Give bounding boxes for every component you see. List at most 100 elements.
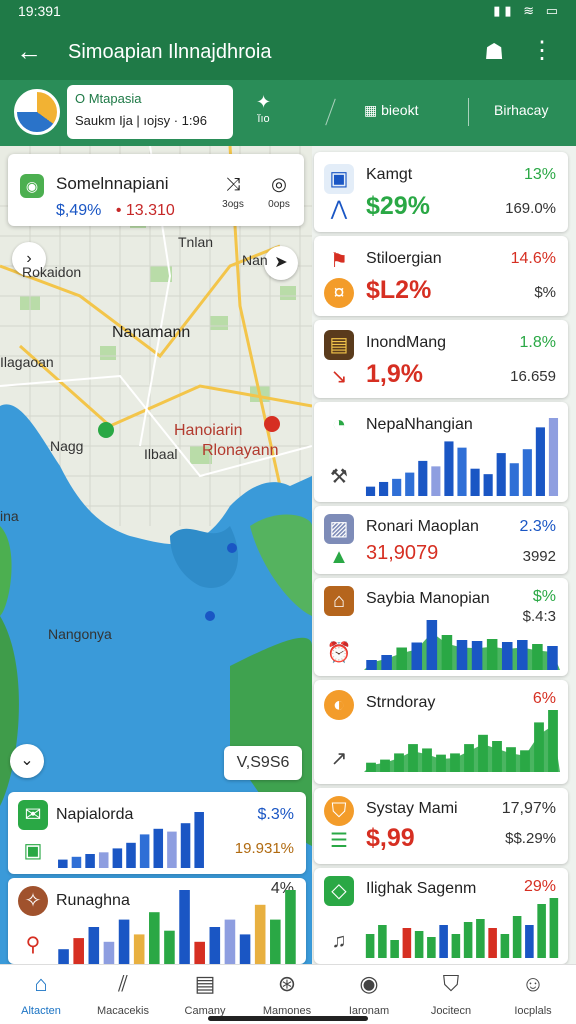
nav-profile[interactable]: ☺ Iocplals bbox=[492, 971, 574, 1017]
building-icon: ▤ bbox=[324, 330, 354, 360]
refresh-icon: ◔ bbox=[331, 411, 347, 438]
chart-bar bbox=[58, 859, 68, 868]
card-title: Ronari Maoplan bbox=[366, 518, 479, 535]
nav-charts[interactable]: ⫽ Macacekis bbox=[82, 971, 164, 1017]
chart-bar bbox=[285, 890, 296, 964]
map-label: Ilagaoan bbox=[0, 354, 54, 370]
birhacay-tab[interactable]: Birhacay bbox=[494, 102, 548, 118]
card-subvalue: 169.0% bbox=[505, 200, 556, 217]
chart-card[interactable]: ◐ ↗ Strndoray 6% bbox=[314, 680, 568, 784]
status-time: 19:391 bbox=[18, 3, 61, 19]
location-card[interactable]: O Mtapasia Saukm Ija | ıojsy · 1:96 bbox=[67, 85, 233, 139]
nav-notifications[interactable]: ◉ Iaronam bbox=[328, 971, 410, 1017]
grid-icon: ▦ bbox=[364, 102, 378, 118]
card-subvalue: $$.29% bbox=[505, 830, 556, 847]
block-view-button[interactable]: ▦ bieokt bbox=[364, 102, 418, 119]
card-value: $L2% bbox=[366, 276, 432, 304]
compass-icon: ✧ bbox=[18, 886, 48, 916]
chart-bar bbox=[379, 481, 389, 496]
navigate-right-button[interactable]: ➤ bbox=[264, 246, 298, 280]
stat-card[interactable]: ▤ ↘ InondMang 1.8% 1,9% 16.659 bbox=[314, 320, 568, 398]
location-icon: ⛉ bbox=[442, 971, 460, 996]
card-percent: 13% bbox=[523, 166, 556, 183]
sun-icon: ◐ bbox=[324, 690, 354, 720]
chart-card[interactable]: ◇ ♫ Ilighak Sagenm 29% bbox=[314, 868, 568, 964]
chart-bar bbox=[517, 640, 528, 670]
chart-bar bbox=[501, 642, 513, 670]
chart-bar bbox=[194, 941, 205, 964]
bar-chart bbox=[58, 890, 296, 964]
map-label: Nan bbox=[242, 252, 268, 268]
chart-bar bbox=[390, 940, 399, 958]
pin-icon: ✦ bbox=[256, 92, 272, 112]
more-vert-icon[interactable]: ⋮ bbox=[530, 36, 554, 65]
chart-bar bbox=[520, 750, 530, 772]
chart-bar bbox=[149, 912, 160, 964]
card-subvalue: 19.931% bbox=[234, 840, 294, 857]
trend-icon: ⋀ bbox=[330, 198, 348, 220]
chart-bar bbox=[126, 842, 136, 868]
chart-bar bbox=[483, 474, 493, 496]
directions-label: 3ogs bbox=[222, 199, 244, 210]
bar-chart bbox=[365, 898, 559, 958]
chart-bar bbox=[88, 927, 100, 964]
chart-bar bbox=[365, 934, 375, 958]
chart-bar bbox=[549, 898, 559, 958]
directions-button[interactable]: ⤨ 3ogs bbox=[216, 174, 250, 210]
pin-filter-button[interactable]: ✦ ĭıo bbox=[256, 92, 271, 125]
stat-card[interactable]: ⛉ ☰ Systay Mami 17,97% $,99 $$.29% bbox=[314, 788, 568, 864]
nav-location[interactable]: ⛉ Jocitecn bbox=[410, 971, 492, 1017]
chart-bar bbox=[164, 930, 175, 964]
chart-bar bbox=[139, 834, 150, 868]
card-subvalue: $% bbox=[534, 284, 556, 301]
sound-icon: ♫ bbox=[331, 930, 347, 952]
chart-bar bbox=[535, 427, 545, 496]
stat-card[interactable]: ▨ ▲ Ronari Maoplan 2.3% 31,9079 3992 bbox=[314, 506, 568, 574]
map-label: Rlonayann bbox=[202, 442, 279, 459]
location-value-1: $,49% bbox=[56, 202, 102, 219]
card-percent: $% bbox=[532, 588, 556, 605]
stat-card[interactable]: ⚑ ¤ Stiloergian 14.6% $L2% $% bbox=[314, 236, 568, 316]
nav-memories[interactable]: ⊛ Mamones bbox=[246, 971, 328, 1017]
chart-bar bbox=[427, 937, 436, 958]
chart-bar bbox=[457, 447, 467, 496]
alarm-icon: ⏰ bbox=[326, 642, 352, 664]
chart-bar bbox=[254, 904, 266, 964]
home-icon: ⌂ bbox=[34, 971, 48, 996]
nav-label: Altacten bbox=[21, 1005, 61, 1017]
block-view-label: bieokt bbox=[381, 102, 419, 118]
chart-bar bbox=[486, 639, 498, 670]
back-button[interactable]: ← bbox=[16, 36, 42, 67]
status-bar: 19:391 ▮▮ ≋ ▭ bbox=[0, 0, 576, 24]
nav-home[interactable]: ⌂ Altacten bbox=[0, 971, 82, 1017]
chart-bar bbox=[547, 646, 558, 670]
chart-card[interactable]: ⌂ ⏰ Saybia Manopian $% $.4:3 bbox=[314, 578, 568, 676]
locate-button[interactable]: ◎ 0ops bbox=[262, 174, 296, 210]
account-icon[interactable]: ☗ bbox=[484, 39, 504, 65]
arrow-icon: ↗ bbox=[330, 748, 348, 770]
chart-card[interactable]: ✧ ⚲ Runaghna 4% bbox=[8, 878, 306, 964]
chart-bar bbox=[478, 734, 488, 772]
chart-card[interactable]: ✉ ▣ Napialorda $.3% 19.931% bbox=[8, 792, 306, 874]
location-summary-card[interactable]: ◉ Somelnnapiani $,49% • 13.310 ⤨ 3ogs ◎ … bbox=[8, 154, 304, 226]
nav-company[interactable]: ▤ Camany bbox=[164, 971, 246, 1017]
stat-card[interactable]: ▣ ⋀ Kamgt 13% $29% 169.0% bbox=[314, 152, 568, 232]
flag-icon: ⚑ bbox=[330, 250, 348, 272]
collapse-button[interactable]: ⌄ bbox=[10, 744, 44, 778]
divider bbox=[325, 98, 336, 126]
chart-icon: ▲ bbox=[329, 546, 349, 568]
card-percent: 2.3% bbox=[519, 518, 556, 535]
chart-bar bbox=[58, 949, 69, 964]
document-icon: ▤ bbox=[194, 971, 216, 996]
compass-icon: ⊛ bbox=[277, 971, 297, 996]
chart-bar bbox=[180, 823, 191, 868]
bar-chart bbox=[364, 620, 560, 670]
chart-bar bbox=[402, 928, 412, 958]
card-title: Stiloergian bbox=[366, 250, 442, 267]
chart-bar bbox=[209, 927, 221, 964]
chart-bar bbox=[365, 486, 376, 496]
map-label: Tnlan bbox=[178, 234, 214, 250]
chart-card[interactable]: ◔ ⚒ NepaNhangian bbox=[314, 402, 568, 502]
wallet-icon: ▣ bbox=[23, 840, 43, 862]
chart-bar bbox=[394, 753, 404, 772]
